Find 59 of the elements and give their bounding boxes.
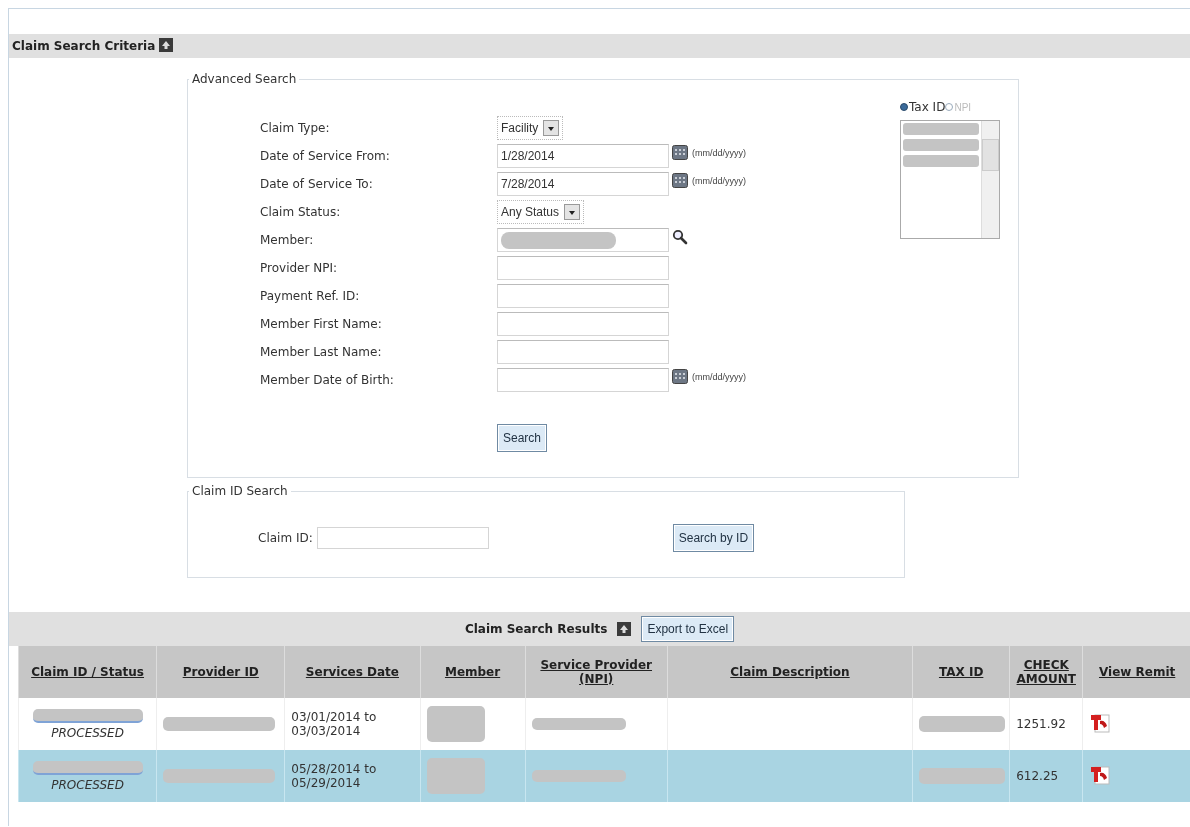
search-button[interactable]: Search [497,424,548,452]
column-header[interactable]: Member [420,646,526,698]
column-header[interactable]: Claim Description [667,646,913,698]
format-hint: (mm/dd/yyyy) [692,175,746,186]
field-label: Claim Type: [260,121,331,135]
calendar-icon[interactable] [672,173,688,188]
input-field[interactable] [497,312,669,336]
calendar-icon[interactable] [672,369,688,384]
column-header[interactable]: Provider ID [156,646,285,698]
column-header[interactable]: CHECK AMOUNT [1009,646,1083,698]
calendar-icon[interactable] [672,145,688,160]
scrollbar[interactable] [981,121,999,238]
section-title: Claim Search Results [464,622,608,636]
table-cell: 612.25 [1009,750,1083,802]
redaction-mark [426,758,485,794]
column-header[interactable]: View Remit [1082,646,1190,698]
collapse-icon[interactable] [159,38,174,52]
field-label: Member Last Name: [260,345,383,359]
pdf-icon[interactable] [1089,711,1112,734]
field-label: Claim Status: [260,205,342,219]
field-label: Provider NPI: [260,261,338,275]
search-by-id-button[interactable]: Search by ID [672,523,755,552]
group-legend: Claim ID Search [189,484,291,498]
collapse-icon[interactable] [617,621,632,636]
field-label: Member: [260,233,315,247]
column-header[interactable]: TAX ID [912,646,1010,698]
format-hint: (mm/dd/yyyy) [692,371,746,382]
field-label: Date of Service From: [260,149,391,163]
input-field[interactable] [497,340,669,364]
column-header[interactable]: Claim ID / Status [18,646,157,698]
dropdown[interactable]: Any Status [497,200,585,224]
table-row[interactable]: PROCESSED 05/28/2014 to 05/29/2014 612.25 [18,750,1190,802]
input-field[interactable] [497,284,669,308]
column-header[interactable]: Service Provider (NPI) [525,646,668,698]
field-label: Member First Name: [260,317,383,331]
radio-option[interactable]: Tax ID [900,100,946,114]
field-label: Member Date of Birth: [260,373,395,387]
claim-status: PROCESSED [51,725,124,740]
date-field[interactable] [497,368,669,392]
redaction-mark [426,706,485,742]
dropdown[interactable]: Facility [497,116,564,140]
search-icon[interactable] [672,229,688,245]
field-label: Date of Service To: [260,177,374,191]
claim-status: PROCESSED [51,777,124,792]
date-field[interactable]: 7/28/2014 [497,172,669,196]
group-legend: Advanced Search [189,72,300,86]
table-cell: 05/28/2014 to 05/29/2014 [284,750,420,802]
export-button[interactable]: Export to Excel [641,616,735,642]
section-title: Claim Search Criteria [12,39,156,53]
format-hint: (mm/dd/yyyy) [692,147,746,158]
date-field[interactable]: 1/28/2014 [497,144,669,168]
input-field[interactable] [497,256,669,280]
input-field[interactable] [497,228,669,252]
pdf-icon[interactable] [1089,763,1112,786]
field-label: Payment Ref. ID: [260,289,361,303]
column-header[interactable]: Services Date [284,646,420,698]
input-field[interactable] [316,526,489,549]
field-label: Claim ID: [258,530,313,545]
list-box[interactable] [900,120,1000,239]
